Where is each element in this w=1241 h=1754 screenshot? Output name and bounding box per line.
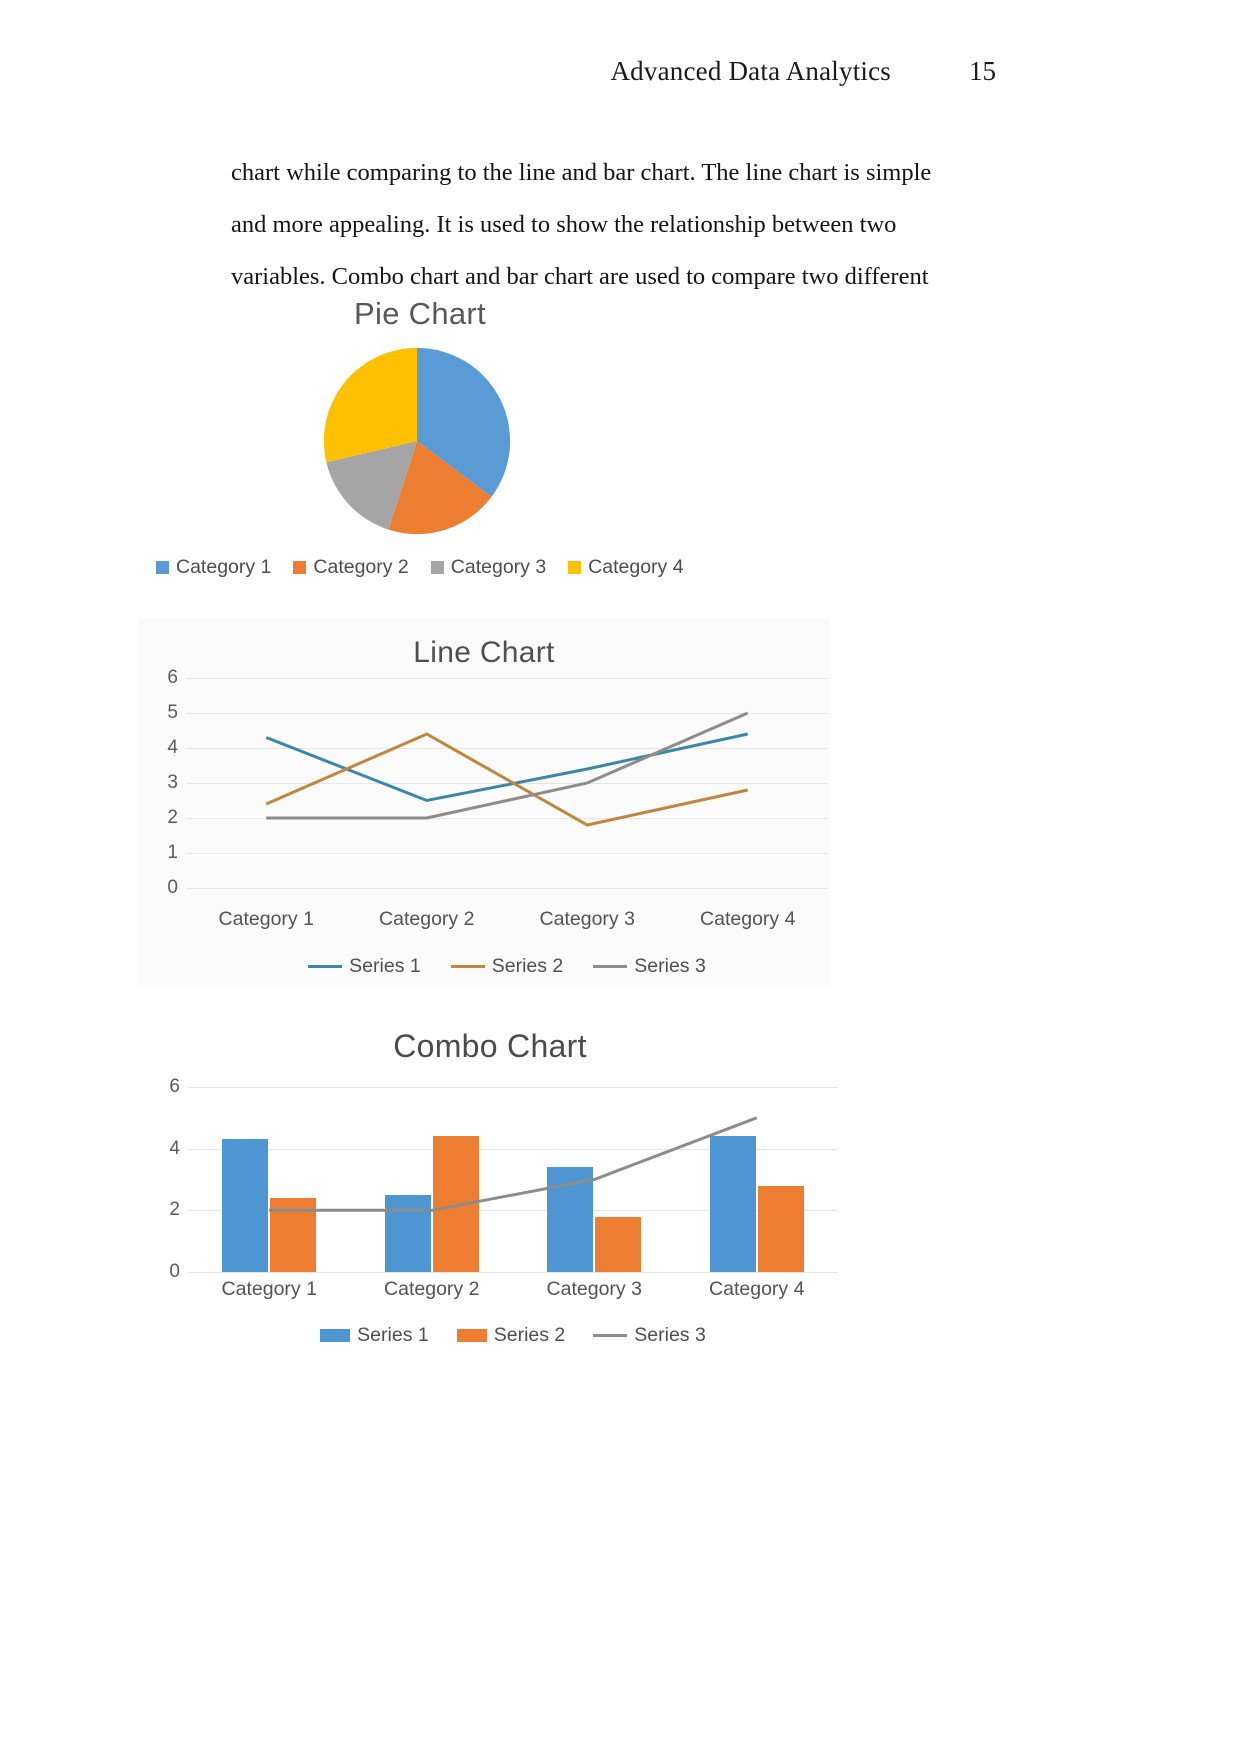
legend-item-series-2[interactable]: Series 2 <box>456 1324 566 1347</box>
y-tick-label: 4 <box>167 737 178 758</box>
y-tick-label: 3 <box>167 772 178 793</box>
x-tick-label: Category 4 <box>709 1278 805 1300</box>
combo-chart-figure: Combo Chart 6 4 2 0 Category 1 Category 2 C… <box>140 1016 840 1356</box>
legend-swatch-icon <box>568 561 582 574</box>
legend-label: Series 2 <box>493 1324 566 1346</box>
legend-swatch-icon <box>430 561 444 574</box>
legend-item-series-1[interactable]: Series 1 <box>320 1324 429 1347</box>
x-tick-label: Category 2 <box>384 1278 480 1300</box>
y-tick-label: 4 <box>169 1137 180 1159</box>
gridline <box>188 1272 838 1273</box>
line-chart-x-axis: Category 1 Category 2 Category 3 Categor… <box>186 908 828 931</box>
legend-item-series-3[interactable]: Series 3 <box>593 955 706 978</box>
y-tick-label: 1 <box>167 842 178 863</box>
line-chart-figure: Line Chart 6 5 4 3 2 1 0 Category 1 Category 2… <box>138 618 830 986</box>
legend-bar-icon <box>456 1329 487 1342</box>
y-tick-label: 6 <box>169 1076 180 1097</box>
document-page: Advanced Data Analytics 15 chart while c… <box>0 0 1241 1754</box>
legend-swatch-icon <box>293 561 307 574</box>
line-chart-plot: 6 5 4 3 2 1 0 <box>138 667 830 898</box>
y-tick-label: 0 <box>169 1261 180 1282</box>
x-tick-label: Category 2 <box>379 908 475 930</box>
x-tick-label: Category 3 <box>539 908 635 930</box>
combo-chart-plot: 6 4 2 0 <box>140 1076 840 1282</box>
pie-chart-plot <box>140 346 700 536</box>
x-tick-label: Category 1 <box>221 1278 317 1300</box>
legend-label: Series 2 <box>491 955 564 977</box>
line-chart-grid <box>186 678 828 889</box>
legend-item-category-2[interactable]: Category 2 <box>293 556 409 579</box>
x-tick-label: Category 4 <box>700 908 796 930</box>
combo-chart-grid <box>188 1087 838 1273</box>
legend-label: Series 3 <box>634 955 706 977</box>
legend-label: Series 1 <box>357 1324 429 1346</box>
legend-label: Category 4 <box>588 556 684 578</box>
line-chart-y-axis: 6 5 4 3 2 1 0 <box>138 667 184 898</box>
legend-label: Series 1 <box>349 955 421 977</box>
combo-chart-legend: Series 1 Series 2 Series 3 <box>188 1324 838 1347</box>
header-title: Advanced Data Analytics <box>610 56 891 86</box>
page-number: 15 <box>969 56 996 86</box>
legend-item-series-3[interactable]: Series 3 <box>593 1324 706 1347</box>
combo-chart-title: Combo Chart <box>393 1028 587 1064</box>
y-tick-label: 6 <box>167 667 178 688</box>
legend-bar-icon <box>320 1329 351 1342</box>
gridline <box>186 888 828 889</box>
legend-label: Category 2 <box>313 556 409 578</box>
legend-line-icon <box>308 965 343 968</box>
legend-item-category-1[interactable]: Category 1 <box>156 556 271 579</box>
pie-chart-legend: Category 1 Category 2 Category 3 Categor… <box>156 556 701 579</box>
combo-chart-x-axis: Category 1 Category 2 Category 3 Categor… <box>188 1278 838 1301</box>
page-header: Advanced Data Analytics 15 <box>0 56 1241 100</box>
combo-chart-y-axis: 6 4 2 0 <box>140 1076 186 1282</box>
line-chart-title: Line Chart <box>413 636 555 669</box>
combo-line-path[interactable] <box>269 1118 757 1211</box>
legend-label: Series 3 <box>634 1324 706 1346</box>
legend-line-icon <box>450 965 485 968</box>
legend-line-icon <box>593 1334 628 1337</box>
y-tick-label: 5 <box>167 702 178 723</box>
x-tick-label: Category 1 <box>218 908 314 930</box>
y-tick-label: 0 <box>167 877 178 898</box>
pie-chart-figure: Pie Chart Category 1 Category 2 Category… <box>140 288 700 608</box>
legend-label: Category 3 <box>450 556 547 578</box>
legend-item-series-1[interactable]: Series 1 <box>308 955 421 978</box>
legend-item-category-3[interactable]: Category 3 <box>430 556 547 579</box>
legend-item-category-4[interactable]: Category 4 <box>568 556 684 579</box>
x-tick-label: Category 3 <box>546 1278 642 1300</box>
pie-chart-svg <box>323 347 511 535</box>
legend-item-series-2[interactable]: Series 2 <box>450 955 564 978</box>
line-series-path[interactable] <box>266 734 748 825</box>
legend-swatch-icon <box>156 561 169 574</box>
pie-chart-title: Pie Chart <box>354 296 486 331</box>
line-chart-svg <box>186 678 828 888</box>
legend-line-icon <box>593 965 628 968</box>
y-tick-label: 2 <box>169 1199 180 1221</box>
line-chart-legend: Series 1 Series 2 Series 3 <box>186 955 828 978</box>
combo-chart-line-svg <box>188 1087 838 1272</box>
legend-label: Category 1 <box>176 556 272 578</box>
y-tick-label: 2 <box>167 807 178 828</box>
